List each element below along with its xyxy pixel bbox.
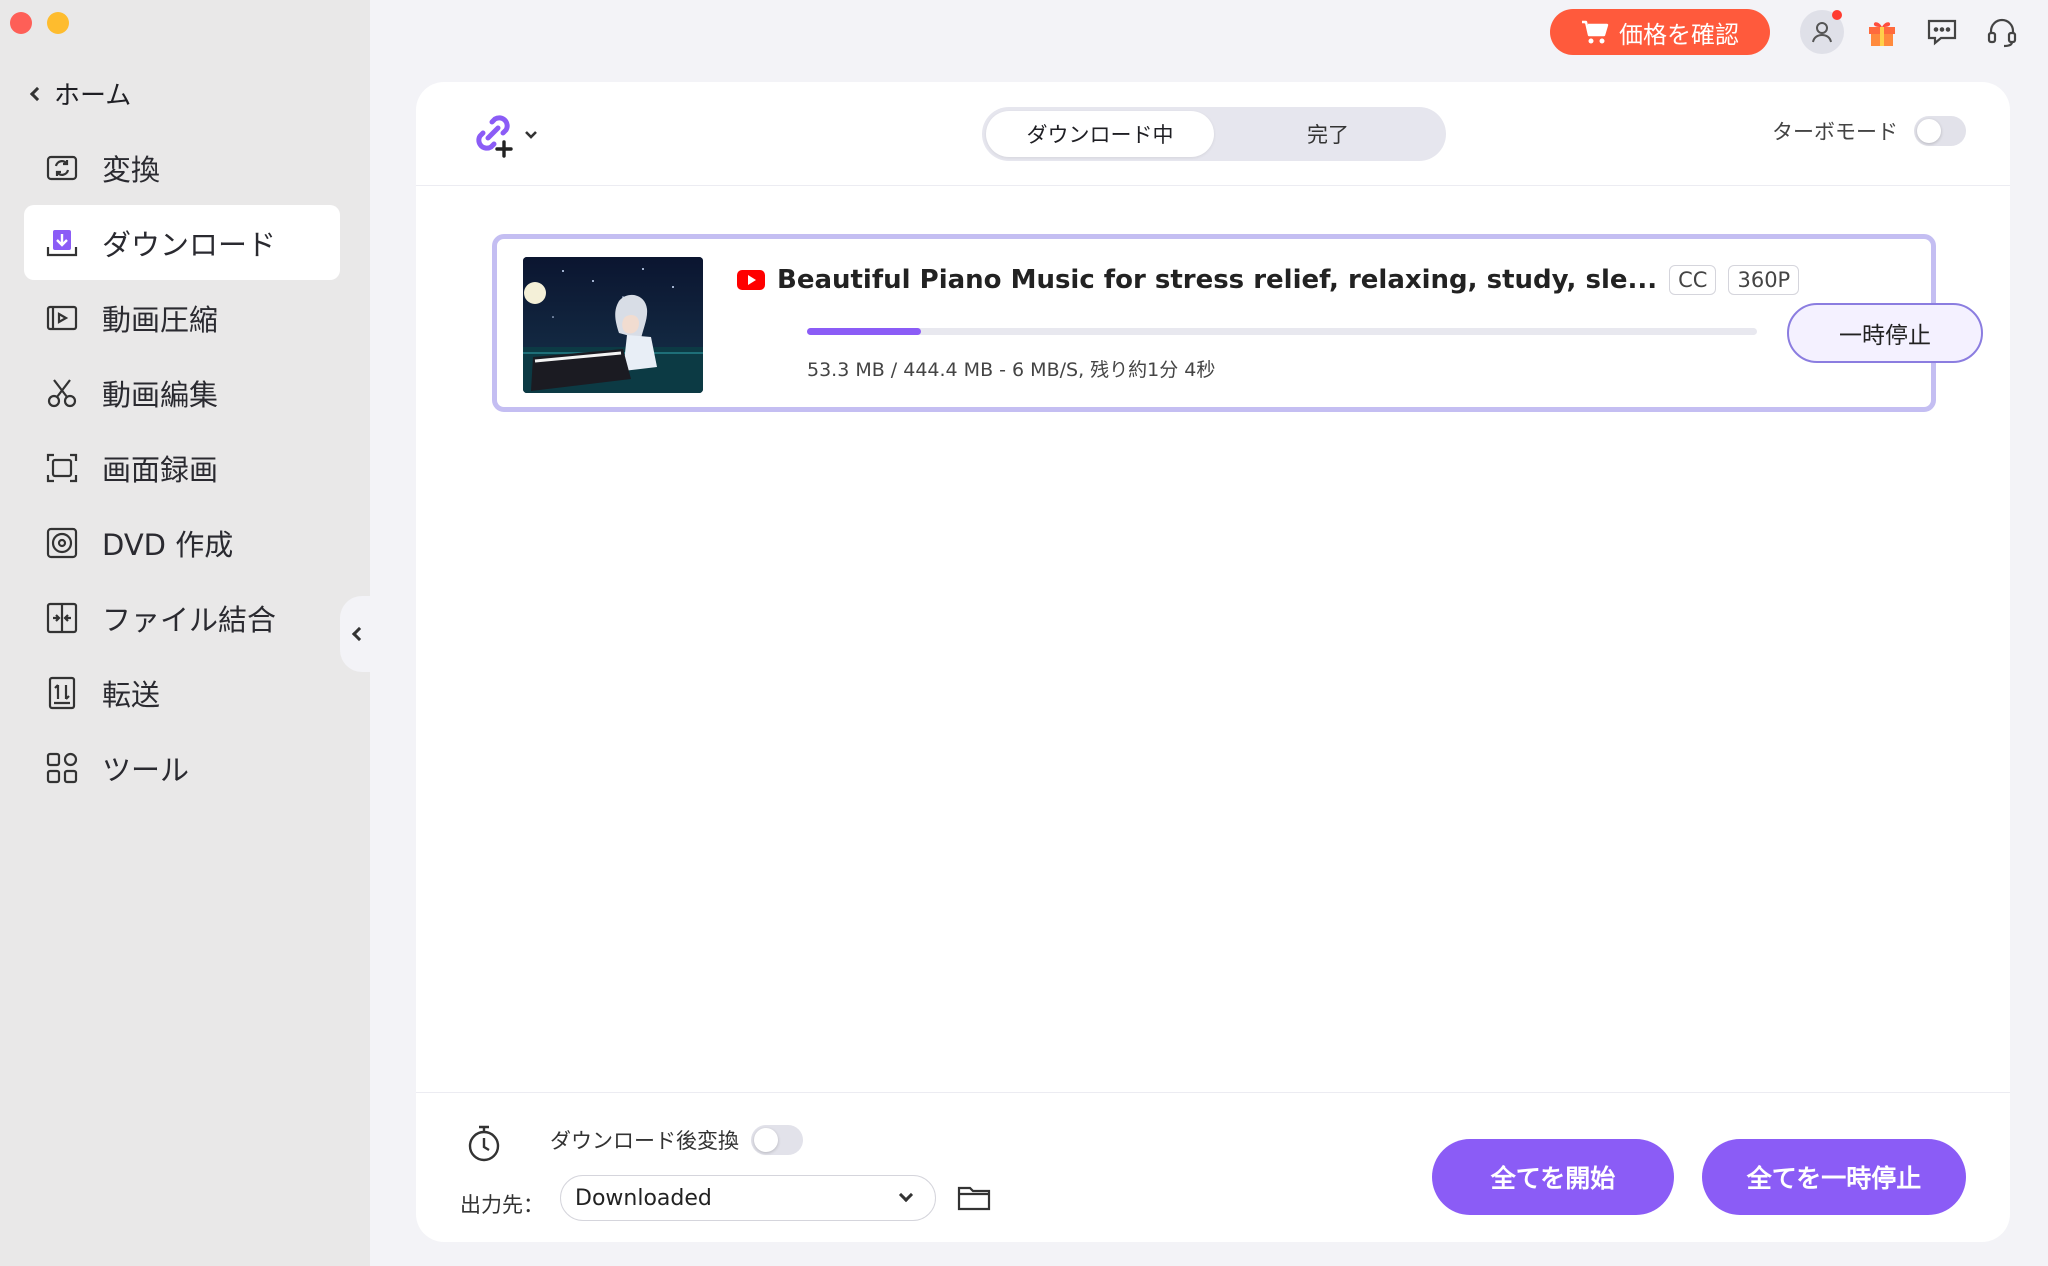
toggle-knob — [1917, 119, 1941, 143]
feedback-button[interactable] — [1920, 10, 1964, 54]
start-all-button[interactable]: 全てを開始 — [1432, 1139, 1674, 1215]
scissors-icon — [47, 378, 77, 407]
convert-icon — [46, 155, 78, 180]
download-progress-bar — [807, 328, 1757, 335]
convert-after-download-toggle[interactable] — [751, 1125, 803, 1155]
chevron-down-icon — [525, 131, 537, 139]
output-folder-value: Downloaded — [575, 1185, 712, 1211]
convert-after-download: ダウンロード後変換 — [550, 1125, 803, 1155]
dvd-icon — [46, 527, 78, 558]
sidebar-item-dvd[interactable]: DVD 作成 — [24, 505, 340, 580]
compress-icon — [46, 305, 78, 330]
home-label: ホーム — [54, 80, 132, 111]
download-progress-info: 53.3 MB / 444.4 MB - 6 MB/S, 残り約1分 4秒 — [807, 359, 1216, 381]
sidebar-item-tools[interactable]: ツール — [24, 730, 340, 805]
output-folder-label: 出力先： — [460, 1193, 544, 1217]
cart-icon — [1582, 20, 1609, 44]
headset-icon — [1987, 18, 2017, 48]
account-button[interactable] — [1800, 10, 1844, 54]
sidebar-item-compress[interactable]: 動画圧縮 — [24, 280, 340, 355]
thumbnail-image — [523, 257, 703, 393]
chevron-left-icon — [29, 86, 45, 102]
pause-button[interactable]: 一時停止 — [1787, 303, 1983, 363]
tab-downloading[interactable]: ダウンロード中 — [986, 111, 1214, 157]
convert-after-download-label: ダウンロード後変換 — [550, 1129, 739, 1153]
support-button[interactable] — [1980, 10, 2024, 54]
sidebar-item-label: 画面録画 — [102, 452, 219, 487]
schedule-icon[interactable] — [464, 1123, 504, 1163]
check-price-label: 価格を確認 — [1619, 20, 1739, 49]
sidebar-nav: 変換 ダウンロード 動画圧縮 動画編集 画面録画 DVD 作成 ファイル結合 転… — [24, 130, 340, 805]
download-item: Beautiful Piano Music for stress relief,… — [492, 234, 1983, 412]
sidebar-item-label: ダウンロード — [102, 227, 277, 262]
sidebar-item-download[interactable]: ダウンロード — [24, 205, 340, 280]
sidebar-item-label: 変換 — [102, 152, 161, 187]
check-price-button[interactable]: 価格を確認 — [1550, 9, 1770, 55]
chevron-left-icon — [351, 626, 367, 642]
video-thumbnail — [523, 257, 703, 393]
sidebar-item-label: DVD 作成 — [102, 527, 234, 562]
turbo-mode: ターボモード — [1772, 116, 1966, 146]
download-title: Beautiful Piano Music for stress relief,… — [777, 265, 1658, 295]
user-icon — [1812, 22, 1832, 43]
screen-record-icon — [46, 453, 78, 482]
sidebar-item-record[interactable]: 画面録画 — [24, 430, 340, 505]
toggle-knob — [754, 1128, 778, 1152]
sidebar-item-edit[interactable]: 動画編集 — [24, 355, 340, 430]
chat-icon — [1927, 19, 1957, 46]
window-minimize-button[interactable] — [47, 12, 69, 34]
download-progress-fill — [807, 328, 921, 335]
gift-icon — [1869, 22, 1895, 46]
sidebar-item-label: 動画圧縮 — [102, 302, 219, 337]
pause-all-button[interactable]: 全てを一時停止 — [1702, 1139, 1966, 1215]
tools-icon — [46, 752, 78, 783]
resolution-badge: 360P — [1728, 265, 1800, 295]
window-close-button[interactable] — [10, 12, 32, 34]
panel-header: ダウンロード中 完了 ターボモード — [416, 82, 2010, 186]
main-panel: ダウンロード中 完了 ターボモード Beautiful Piano Music … — [416, 82, 2010, 1242]
sidebar-item-label: ツール — [102, 752, 190, 787]
sidebar-item-merge[interactable]: ファイル結合 — [24, 580, 340, 655]
gift-button[interactable] — [1860, 10, 1904, 54]
download-icon — [46, 229, 78, 256]
tab-completed[interactable]: 完了 — [1214, 111, 1442, 157]
home-link[interactable]: ホーム — [29, 76, 132, 111]
turbo-mode-label: ターボモード — [1772, 120, 1898, 144]
download-title-row: Beautiful Piano Music for stress relief,… — [737, 265, 1800, 295]
sidebar-item-convert[interactable]: 変換 — [24, 130, 340, 205]
sidebar-item-label: 転送 — [102, 677, 161, 712]
youtube-icon — [737, 270, 765, 290]
merge-icon — [46, 602, 78, 633]
sidebar-item-transfer[interactable]: 転送 — [24, 655, 340, 730]
sidebar: ホーム 変換 ダウンロード 動画圧縮 動画編集 画面録画 DVD 作成 ファイル… — [0, 0, 370, 1266]
chevron-down-icon — [898, 1187, 914, 1203]
folder-icon[interactable] — [956, 1179, 992, 1215]
notification-dot — [1832, 10, 1842, 20]
transfer-icon — [48, 676, 76, 709]
panel-footer: ダウンロード後変換 出力先： Downloaded 全てを開始 全てを一時停止 — [416, 1092, 2010, 1242]
sidebar-item-label: ファイル結合 — [102, 602, 277, 637]
link-add-icon — [476, 115, 513, 158]
subtitle-badge: CC — [1669, 265, 1717, 295]
status-tabs: ダウンロード中 完了 — [982, 107, 1446, 161]
sidebar-collapse-button[interactable] — [340, 596, 372, 672]
turbo-mode-toggle[interactable] — [1914, 116, 1966, 146]
add-url-button[interactable] — [468, 110, 548, 160]
sidebar-item-label: 動画編集 — [102, 377, 219, 412]
output-folder-select[interactable]: Downloaded — [560, 1175, 936, 1221]
